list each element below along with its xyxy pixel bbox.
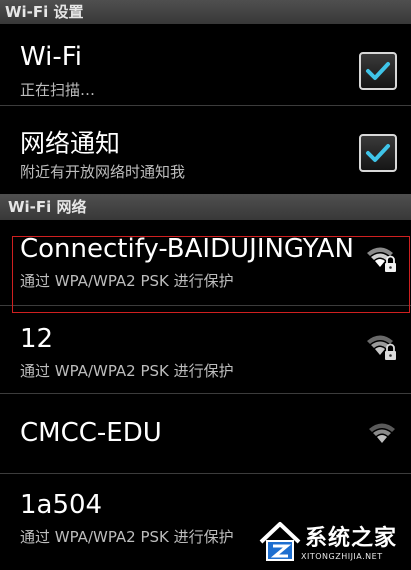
wifi-toggle-row[interactable]: Wi-Fi 正在扫描… xyxy=(0,24,411,106)
watermark-name: 系统之家 xyxy=(305,526,398,551)
network-name: 1a504 xyxy=(20,490,103,520)
wifi-toggle-status: 正在扫描… xyxy=(20,81,96,99)
watermark: 系统之家 XITONGZHIJIA.NET xyxy=(257,518,407,566)
wifi-lock-icon xyxy=(367,335,396,360)
network-name: CMCC-EDU xyxy=(20,418,162,448)
network-notification-checkbox[interactable] xyxy=(359,134,397,172)
network-notification-desc: 附近有开放网络时通知我 xyxy=(20,163,186,181)
selected-network-highlight xyxy=(12,236,410,313)
networks-section-title: Wi-Fi 网络 xyxy=(8,198,87,216)
page-title-bar: Wi-Fi 设置 xyxy=(0,0,411,24)
network-notification-row[interactable]: 网络通知 附近有开放网络时通知我 xyxy=(0,106,411,194)
network-name: 12 xyxy=(20,324,54,354)
house-logo-icon xyxy=(259,522,301,561)
page-title: Wi-Fi 设置 xyxy=(5,3,84,21)
checkmark-icon xyxy=(366,144,390,162)
wifi-checkbox[interactable] xyxy=(359,52,397,90)
networks-section-header: Wi-Fi 网络 xyxy=(0,194,411,220)
watermark-url: XITONGZHIJIA.NET xyxy=(301,552,383,561)
checkmark-icon xyxy=(366,62,390,80)
network-security: 通过 WPA/WPA2 PSK 进行保护 xyxy=(20,528,234,546)
network-item[interactable]: 12 通过 WPA/WPA2 PSK 进行保护 xyxy=(0,306,411,394)
wifi-open-icon xyxy=(369,423,395,443)
network-item[interactable]: CMCC-EDU xyxy=(0,394,411,474)
wifi-toggle-title: Wi-Fi xyxy=(20,42,83,72)
network-security: 通过 WPA/WPA2 PSK 进行保护 xyxy=(20,362,234,380)
network-notification-title: 网络通知 xyxy=(20,129,121,158)
